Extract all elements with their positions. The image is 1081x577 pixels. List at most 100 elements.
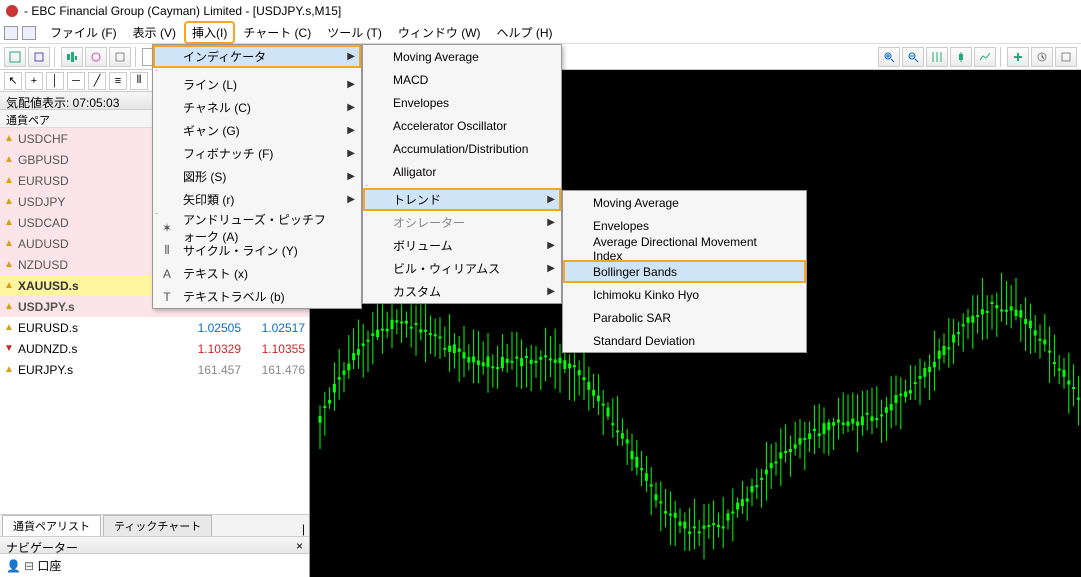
- tb-new-chart[interactable]: [4, 47, 26, 67]
- tb-bar-chart[interactable]: [926, 47, 948, 67]
- symbol-row[interactable]: ▼ AUDNZD.s1.10329 1.10355: [0, 338, 309, 359]
- menu-item-label: インディケータ: [183, 48, 266, 65]
- submenu-arrow-icon: ▶: [347, 51, 355, 62]
- navigator-tree[interactable]: 👤 口座: [0, 554, 309, 577]
- menu-item-label: Envelopes: [393, 96, 449, 110]
- insert-dropdown: インディケータ▶ライン (L)▶チャネル (C)▶ギャン (G)▶フィボナッチ …: [152, 44, 362, 309]
- close-icon[interactable]: ×: [296, 539, 303, 551]
- menu-item[interactable]: インディケータ ▶: [153, 45, 361, 68]
- tb-periods[interactable]: [1031, 47, 1053, 67]
- tb-candle-chart[interactable]: [950, 47, 972, 67]
- symbol-row[interactable]: ▲ EURUSD.s1.02505 1.02517: [0, 317, 309, 338]
- submenu-arrow-icon: ▶: [547, 240, 555, 251]
- tab-pair-list[interactable]: 通貨ペアリスト: [2, 515, 101, 536]
- menu-item[interactable]: Envelopes: [363, 91, 561, 114]
- direction-icon: ▲: [4, 238, 14, 249]
- menu-item[interactable]: ギャン (G)▶: [153, 119, 361, 142]
- bid-price: 161.457: [181, 363, 241, 377]
- menu-item[interactable]: ボリューム▶: [363, 234, 561, 257]
- vline-icon[interactable]: │: [46, 72, 64, 90]
- fib-icon[interactable]: ⦀: [130, 72, 148, 90]
- menu-item[interactable]: 矢印類 (r)▶: [153, 188, 361, 211]
- menu-item[interactable]: Accumulation/Distribution: [363, 137, 561, 160]
- menu-help[interactable]: ヘルプ (H): [489, 21, 561, 44]
- submenu-arrow-icon: ▶: [347, 79, 355, 90]
- direction-icon: ▲: [4, 301, 14, 312]
- menu-item-label: Ichimoku Kinko Hyo: [593, 288, 699, 302]
- menu-item[interactable]: Parabolic SAR: [563, 306, 806, 329]
- menu-item[interactable]: Tテキストラベル (b): [153, 285, 361, 308]
- menubar-lead-icons: [4, 26, 36, 40]
- tab-tick-chart[interactable]: ティックチャート: [103, 515, 212, 536]
- menu-item-label: Average Directional Movement Index: [593, 235, 780, 263]
- crosshair-icon[interactable]: +: [25, 72, 43, 90]
- menu-item[interactable]: Aテキスト (x): [153, 262, 361, 285]
- menu-item-label: カスタム: [393, 283, 441, 300]
- menu-insert[interactable]: 挿入(I): [184, 21, 235, 44]
- tb-zoom-in[interactable]: [878, 47, 900, 67]
- title-bar: - EBC Financial Group (Cayman) Limited -…: [0, 0, 1081, 22]
- menu-item[interactable]: フィボナッチ (F)▶: [153, 142, 361, 165]
- navigator-header: ナビゲーター ×: [0, 536, 309, 554]
- symbol-row[interactable]: ▲ EURJPY.s161.457 161.476: [0, 359, 309, 380]
- menu-view[interactable]: 表示 (V): [125, 21, 184, 44]
- tb-profiles[interactable]: [28, 47, 50, 67]
- tb-line-chart[interactable]: [974, 47, 996, 67]
- symbol-name: EURJPY.s: [18, 363, 177, 377]
- menu-item[interactable]: ⦀サイクル・ライン (Y): [153, 239, 361, 262]
- cursor-icon[interactable]: ↖: [4, 72, 22, 90]
- menu-item[interactable]: Alligator: [363, 160, 561, 183]
- ask-price: 161.476: [245, 363, 305, 377]
- menu-item[interactable]: Moving Average: [563, 191, 806, 214]
- tb-navigator[interactable]: [109, 47, 131, 67]
- menu-item[interactable]: ビル・ウィリアムス▶: [363, 257, 561, 280]
- submenu-arrow-icon: ▶: [547, 194, 555, 205]
- trendline-icon[interactable]: ╱: [88, 72, 106, 90]
- tb-zoom-out[interactable]: [902, 47, 924, 67]
- market-watch-title: 気配値表示: 07:05:03: [6, 94, 119, 107]
- menu-item-label: Moving Average: [393, 50, 479, 64]
- menu-item-label: Envelopes: [593, 219, 649, 233]
- nav-account-node[interactable]: 口座: [24, 559, 61, 573]
- menu-item-label: サイクル・ライン (Y): [183, 242, 298, 259]
- menu-item-label: ギャン (G): [183, 122, 240, 139]
- menu-file[interactable]: ファイル (F): [42, 21, 125, 44]
- menu-item[interactable]: Standard Deviation: [563, 329, 806, 352]
- menu-item[interactable]: チャネル (C)▶: [153, 96, 361, 119]
- menu-item[interactable]: ✶アンドリューズ・ピッチフォーク (A): [153, 216, 361, 239]
- tb-templates[interactable]: [1055, 47, 1077, 67]
- menu-item[interactable]: Ichimoku Kinko Hyo: [563, 283, 806, 306]
- direction-icon: ▲: [4, 280, 14, 291]
- menu-item[interactable]: MACD: [363, 68, 561, 91]
- menu-item[interactable]: オシレーター▶: [363, 211, 561, 234]
- menu-window[interactable]: ウィンドウ (W): [390, 21, 489, 44]
- hline-icon[interactable]: ─: [67, 72, 85, 90]
- menu-item-icon: T: [159, 290, 175, 304]
- menu-item-label: オシレーター: [393, 214, 465, 231]
- direction-icon: ▲: [4, 175, 14, 186]
- bid-price: 1.10329: [181, 342, 241, 356]
- equi-icon[interactable]: ≡: [109, 72, 127, 90]
- menu-item-label: ライン (L): [183, 76, 237, 93]
- menu-charts[interactable]: チャート (C): [235, 21, 319, 44]
- menu-item[interactable]: トレンド▶: [363, 188, 561, 211]
- menu-item[interactable]: カスタム▶: [363, 280, 561, 303]
- menu-item-label: Standard Deviation: [593, 334, 695, 348]
- tb-add-indicator[interactable]: [1007, 47, 1029, 67]
- menu-item-icon: ✶: [159, 221, 175, 235]
- menu-item-label: Accelerator Oscillator: [393, 119, 507, 133]
- menu-item[interactable]: ライン (L) ▶: [153, 73, 361, 96]
- menu-tools[interactable]: ツール (T): [319, 21, 390, 44]
- menu-bar: ファイル (F) 表示 (V) 挿入(I) チャート (C) ツール (T) ウ…: [0, 22, 1081, 44]
- menu-item[interactable]: Accelerator Oscillator: [363, 114, 561, 137]
- tb-market-watch[interactable]: [61, 47, 83, 67]
- menu-item[interactable]: Bollinger Bands: [563, 260, 806, 283]
- menu-item[interactable]: Moving Average: [363, 45, 561, 68]
- symbol-name: EURUSD.s: [18, 321, 177, 335]
- menu-item[interactable]: Average Directional Movement Index: [563, 237, 806, 260]
- menu-item-label: Parabolic SAR: [593, 311, 671, 325]
- submenu-arrow-icon: ▶: [347, 171, 355, 182]
- menu-item-label: Bollinger Bands: [593, 265, 677, 279]
- menu-item[interactable]: 図形 (S)▶: [153, 165, 361, 188]
- tb-data-window[interactable]: [85, 47, 107, 67]
